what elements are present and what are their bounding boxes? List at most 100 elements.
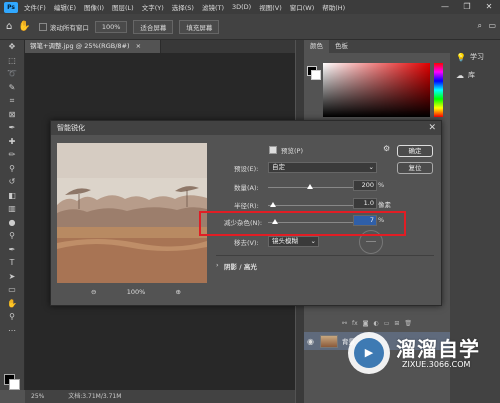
preview-image[interactable] [57, 143, 207, 283]
library-panel-button[interactable]: ☁ 库 [450, 68, 500, 82]
gear-icon[interactable]: ⚙ [383, 144, 390, 153]
library-label: 库 [468, 71, 475, 79]
radius-slider-handle[interactable] [270, 202, 277, 207]
preset-value: 自定 [272, 163, 285, 171]
preset-select[interactable]: 自定 ⌄ [268, 162, 377, 173]
menu-filter[interactable]: 滤镜(T) [202, 2, 224, 12]
history-brush-icon[interactable]: ↺ [0, 175, 24, 189]
path-select-tool-icon[interactable]: ➤ [0, 270, 24, 284]
zoom-out-icon[interactable]: ⊖ [91, 288, 96, 296]
menu-select[interactable]: 选择(S) [172, 2, 194, 12]
lightbulb-icon: 💡 [456, 52, 466, 62]
remove-label: 移去(V): [234, 239, 259, 247]
crop-tool-icon[interactable]: ⌗ [0, 94, 24, 108]
watermark-play-icon: ▶ [354, 338, 384, 368]
fit-screen-button[interactable]: 适合屏幕 [133, 19, 174, 34]
background-color-swatch[interactable] [9, 379, 20, 390]
workspace-icon[interactable]: ▭ [488, 21, 496, 30]
watermark: ▶ 溜溜自学 ZIXUE.3066.COM [348, 327, 498, 389]
zoom-100-button[interactable]: 100% [94, 20, 128, 33]
menu-3d[interactable]: 3D(D) [232, 3, 251, 11]
dodge-tool-icon[interactable]: ⚲ [0, 229, 24, 243]
amount-slider-handle[interactable] [306, 184, 313, 189]
shadows-highlights-section[interactable]: 阴影 / 高光 [224, 261, 257, 271]
quick-select-tool-icon[interactable]: ✎ [0, 81, 24, 95]
dialog-title: 智能锐化 [57, 124, 85, 132]
watermark-url: ZIXUE.3066.COM [402, 360, 471, 369]
brush-tool-icon[interactable]: ✏ [0, 148, 24, 162]
home-icon[interactable]: ⌂ [6, 21, 12, 32]
menu-image[interactable]: 图像(I) [84, 2, 104, 12]
hand-tool-icon[interactable]: ✋ [0, 297, 24, 311]
menu-view[interactable]: 视图(V) [259, 2, 282, 12]
preview-zoom-level: 100% [126, 288, 146, 296]
blur-tool-icon[interactable]: ● [0, 216, 24, 230]
preset-label: 预设(E): [234, 165, 259, 173]
healing-tool-icon[interactable]: ✚ [0, 135, 24, 149]
restore-button[interactable]: ❐ [456, 0, 478, 14]
zoom-in-icon[interactable]: ⊕ [176, 288, 181, 296]
pen-tool-icon[interactable]: ✒ [0, 243, 24, 257]
color-field[interactable] [323, 63, 430, 117]
dialog-close-icon[interactable]: ✕ [428, 121, 436, 135]
shape-tool-icon[interactable]: ▭ [0, 283, 24, 297]
highlight-annotation [199, 211, 406, 236]
stamp-tool-icon[interactable]: ⚲ [0, 162, 24, 176]
photoshop-logo[interactable]: Ps [4, 1, 18, 13]
move-tool-icon[interactable]: ✥ [0, 40, 24, 54]
hue-slider[interactable] [434, 63, 443, 117]
preview-label: 预览(P) [281, 147, 303, 155]
library-icon: ☁ [456, 70, 464, 80]
hand-tool-icon[interactable]: ✋ [18, 21, 30, 32]
menu-edit[interactable]: 编辑(E) [54, 2, 76, 12]
document-tab[interactable]: 钢笔+调整.jpg @ 25%(RGB/8#) × [25, 40, 161, 53]
scroll-all-checkbox[interactable] [38, 22, 47, 31]
more-tools-icon[interactable]: ⋯ [0, 324, 24, 338]
link-layers-icon[interactable]: ⚯ [342, 320, 347, 331]
dialog-titlebar[interactable]: 智能锐化 ✕ [51, 121, 441, 135]
preview-zoom-controls: ⊖ 100% ⊕ [91, 287, 181, 297]
document-info[interactable]: 文档:3.71M/3.71M [68, 393, 121, 400]
chevron-right-icon[interactable]: › [216, 261, 219, 269]
marquee-tool-icon[interactable]: ⬚ [0, 54, 24, 68]
menu-file[interactable]: 文件(F) [24, 2, 46, 12]
type-tool-icon[interactable]: T [0, 256, 24, 270]
zoom-tool-icon[interactable]: ⚲ [0, 310, 24, 324]
tab-swatches[interactable]: 色板 [329, 40, 354, 53]
amount-unit: % [378, 181, 385, 189]
chevron-down-icon: ⌄ [368, 163, 374, 171]
learn-label: 学习 [469, 53, 484, 61]
tab-color[interactable]: 颜色 [304, 40, 329, 53]
minimize-button[interactable]: — [434, 0, 456, 14]
fill-screen-button[interactable]: 填充屏幕 [179, 19, 220, 34]
remove-select[interactable]: 镜头模糊 ⌄ [268, 236, 319, 247]
eraser-tool-icon[interactable]: ◧ [0, 189, 24, 203]
color-panel-tabs: 颜色 色板 [304, 40, 450, 53]
menu-window[interactable]: 窗口(W) [290, 2, 315, 12]
window-controls: — ❐ ✕ [434, 0, 500, 14]
eyedropper-tool-icon[interactable]: ✒ [0, 121, 24, 135]
visibility-eye-icon[interactable]: ◉ [307, 337, 314, 346]
menu-layer[interactable]: 图层(L) [112, 2, 134, 12]
amount-input[interactable]: 200 [353, 180, 377, 191]
reset-button[interactable]: 复位 [397, 162, 433, 174]
document-tab-close-icon[interactable]: × [136, 42, 141, 50]
background-swatch-small[interactable] [311, 70, 321, 80]
radius-input[interactable]: 1.0 [353, 198, 377, 209]
menu-help[interactable]: 帮助(H) [322, 2, 345, 12]
search-icon[interactable]: ⌕ [478, 21, 482, 31]
landscape-preview [57, 143, 207, 283]
preview-checkbox[interactable] [269, 146, 277, 154]
chevron-down-icon: ⌄ [310, 237, 316, 245]
menu-bar: Ps 文件(F) 编辑(E) 图像(I) 图层(L) 文字(Y) 选择(S) 滤… [0, 0, 500, 14]
ok-button[interactable]: 确定 [397, 145, 433, 157]
lasso-tool-icon[interactable]: ➰ [0, 67, 24, 81]
menu-type[interactable]: 文字(Y) [142, 2, 164, 12]
zoom-readout[interactable]: 25% [31, 393, 44, 400]
amount-label: 数量(A): [234, 184, 259, 192]
section-divider [216, 255, 434, 256]
frame-tool-icon[interactable]: ⊠ [0, 108, 24, 122]
learn-panel-button[interactable]: 💡 学习 [450, 50, 500, 64]
close-window-button[interactable]: ✕ [478, 0, 500, 14]
gradient-tool-icon[interactable]: ▥ [0, 202, 24, 216]
